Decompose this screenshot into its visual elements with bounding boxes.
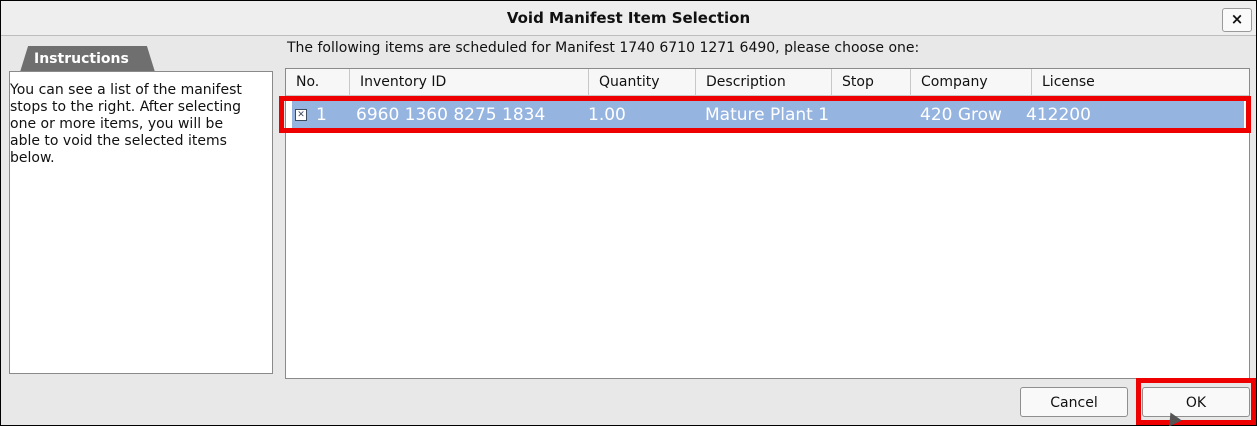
- column-header-quantity[interactable]: Quantity: [589, 69, 696, 95]
- ok-highlight-annotation: [1136, 378, 1256, 425]
- column-header-stop[interactable]: Stop: [832, 69, 911, 95]
- close-button[interactable]: ×: [1222, 8, 1252, 32]
- table-header: No. Inventory ID Quantity Description St…: [286, 69, 1249, 96]
- column-header-company[interactable]: Company: [911, 69, 1032, 95]
- column-header-license[interactable]: License: [1032, 69, 1249, 95]
- instructions-text: You can see a list of the manifest stops…: [10, 82, 242, 166]
- column-header-no[interactable]: No.: [286, 69, 350, 95]
- cancel-button[interactable]: Cancel: [1020, 387, 1128, 417]
- column-header-inventory-id[interactable]: Inventory ID: [350, 69, 589, 95]
- column-header-description[interactable]: Description: [696, 69, 832, 95]
- instructions-tab[interactable]: Instructions: [20, 46, 155, 72]
- manifest-header: The following items are scheduled for Ma…: [287, 40, 920, 56]
- instructions-panel: You can see a list of the manifest stops…: [9, 71, 273, 374]
- dialog-title: Void Manifest Item Selection: [506, 9, 751, 27]
- row-highlight-annotation: [279, 96, 1251, 133]
- title-bar: Void Manifest Item Selection ×: [1, 1, 1256, 36]
